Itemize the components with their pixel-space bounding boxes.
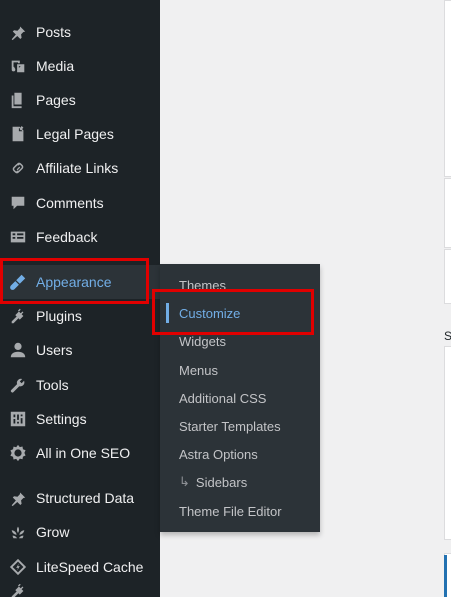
content-panel <box>444 0 451 177</box>
appearance-submenu: Themes Customize Widgets Menus Additiona… <box>160 264 320 532</box>
litespeed-icon <box>8 557 28 577</box>
user-icon <box>8 340 28 360</box>
submenu-indent-arrow: ↳ <box>179 474 190 489</box>
sidebar-item-settings[interactable]: Settings <box>0 402 160 436</box>
paintbrush-icon <box>8 272 28 292</box>
sidebar-item-label: Posts <box>36 24 72 40</box>
settings-icon <box>8 409 28 429</box>
plugin-icon <box>8 584 28 597</box>
sidebar-item-label: Tools <box>36 377 69 393</box>
wrench-icon <box>8 375 28 395</box>
admin-sidebar: Posts Media Pages Legal Pages Affiliate … <box>0 0 160 597</box>
sidebar-item-feedback[interactable]: Feedback <box>0 220 160 254</box>
sidebar-item-label: Grow <box>36 524 70 540</box>
submenu-item-themes[interactable]: Themes <box>160 271 320 299</box>
content-panel <box>444 346 451 540</box>
sidebar-item-label: Appearance <box>36 274 112 290</box>
panel-heading: S <box>444 329 451 343</box>
sidebar-item-pages[interactable]: Pages <box>0 83 160 117</box>
sidebar-item-tools[interactable]: Tools <box>0 368 160 402</box>
sidebar-item-label: Legal Pages <box>36 126 114 142</box>
sidebar-item-litespeed-cache[interactable]: LiteSpeed Cache <box>0 550 160 584</box>
sidebar-item-plugins[interactable]: Plugins <box>0 299 160 333</box>
feedback-icon <box>8 227 28 247</box>
sidebar-item-legal-pages[interactable]: Legal Pages <box>0 117 160 151</box>
sidebar-item-comments[interactable]: Comments <box>0 186 160 220</box>
submenu-item-customize[interactable]: Customize <box>160 299 320 327</box>
legal-pages-icon <box>8 124 28 144</box>
grow-icon <box>8 522 28 542</box>
sidebar-item-all-in-one-seo[interactable]: All in One SEO <box>0 436 160 470</box>
pin-icon <box>8 488 28 508</box>
content-panel <box>444 249 451 304</box>
sidebar-item-label: Media <box>36 58 75 74</box>
sidebar-item-posts[interactable]: Posts <box>0 15 160 49</box>
sidebar-item-cutoff[interactable] <box>0 584 160 597</box>
panel-accent <box>444 555 447 597</box>
submenu-item-theme-file-editor[interactable]: Theme File Editor <box>160 497 320 525</box>
sidebar-item-label: Settings <box>36 411 87 427</box>
sidebar-item-label: Comments <box>36 195 104 211</box>
submenu-item-sidebars[interactable]: ↳ Sidebars <box>160 468 320 496</box>
submenu-item-astra-options[interactable]: Astra Options <box>160 440 320 468</box>
comment-icon <box>8 193 28 213</box>
submenu-item-menus[interactable]: Menus <box>160 356 320 384</box>
link-icon <box>8 158 28 178</box>
submenu-item-widgets[interactable]: Widgets <box>160 327 320 355</box>
pin-icon <box>8 22 28 42</box>
sidebar-item-label: Pages <box>36 92 76 108</box>
sidebar-item-label: Feedback <box>36 229 98 245</box>
sidebar-item-label: Affiliate Links <box>36 160 119 176</box>
sidebar-item-label: LiteSpeed Cache <box>36 559 144 575</box>
plugin-icon <box>8 306 28 326</box>
sidebar-item-appearance[interactable]: Appearance <box>0 265 160 299</box>
sidebar-item-grow[interactable]: Grow <box>0 515 160 549</box>
sidebar-item-users[interactable]: Users <box>0 333 160 367</box>
sidebar-item-affiliate-links[interactable]: Affiliate Links <box>0 151 160 185</box>
content-panel <box>444 178 451 248</box>
sidebar-item-media[interactable]: Media <box>0 49 160 83</box>
pages-icon <box>8 90 28 110</box>
seo-icon <box>8 443 28 463</box>
media-icon <box>8 56 28 76</box>
submenu-item-additional-css[interactable]: Additional CSS <box>160 384 320 412</box>
sidebar-item-structured-data[interactable]: Structured Data <box>0 481 160 515</box>
sidebar-item-label: Structured Data <box>36 490 135 506</box>
sidebar-item-label: Users <box>36 342 73 358</box>
sidebar-item-label: All in One SEO <box>36 445 131 461</box>
sidebar-item-label: Plugins <box>36 308 82 324</box>
submenu-item-starter-templates[interactable]: Starter Templates <box>160 412 320 440</box>
